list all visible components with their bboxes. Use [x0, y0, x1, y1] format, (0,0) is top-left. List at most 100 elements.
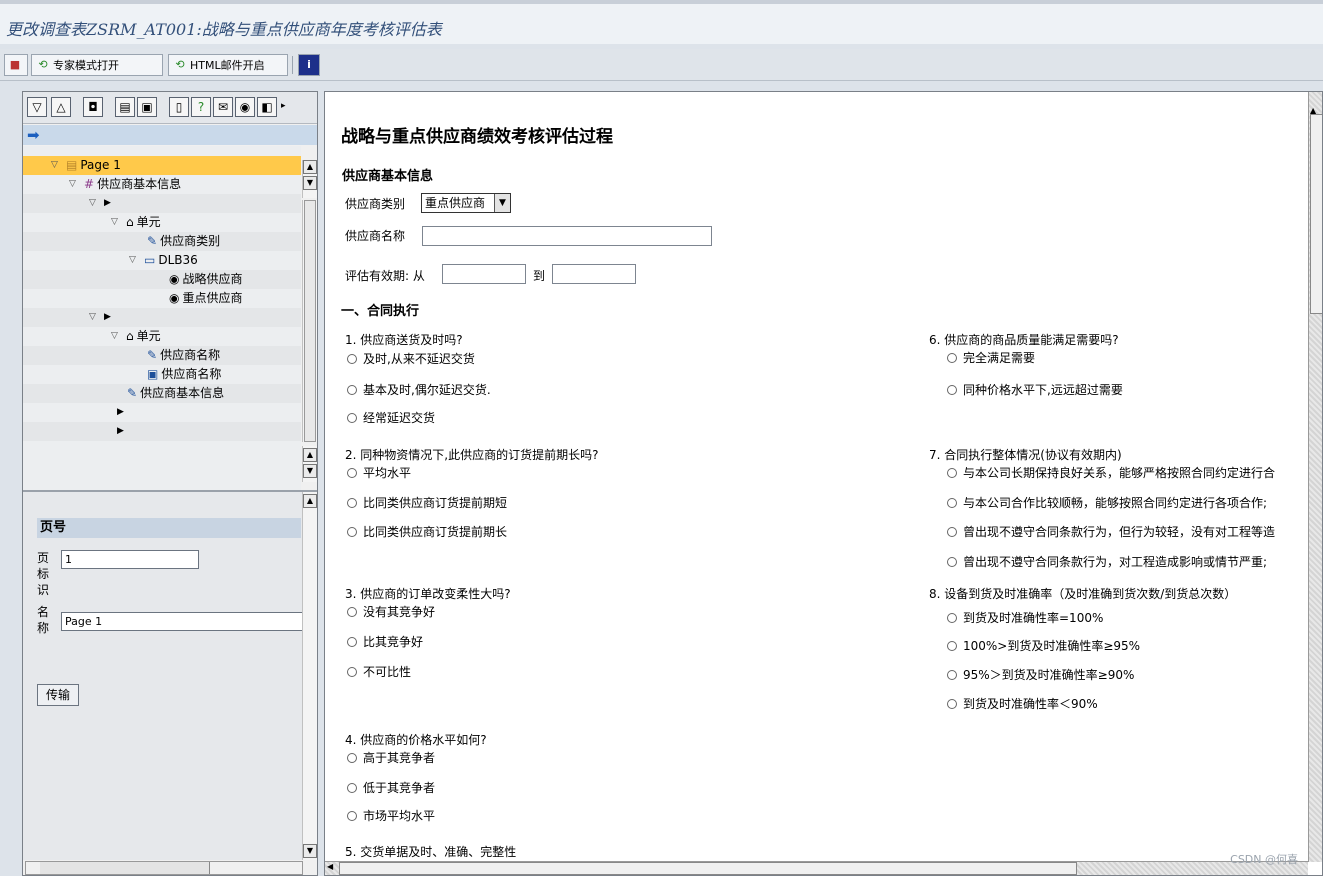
option[interactable]: 没有其竞争好 [347, 604, 435, 620]
tree-scrollbar-bottom[interactable]: ▲ ▼ [302, 446, 317, 482]
option[interactable]: 经常延迟交货 [347, 410, 435, 426]
radio-icon[interactable] [347, 667, 357, 677]
properties-hscrollbar[interactable] [25, 861, 303, 875]
scroll-thumb[interactable] [304, 200, 316, 442]
properties-scrollbar[interactable]: ▲ ▼ [302, 492, 317, 860]
option[interactable]: 到货及时准确性率=100% [947, 610, 1103, 626]
scroll-down-icon[interactable]: ▼ [303, 464, 317, 478]
radio-icon[interactable] [347, 811, 357, 821]
radio-icon[interactable] [347, 637, 357, 647]
form-horizontal-scrollbar[interactable]: ◀ [325, 861, 1308, 875]
radio-icon[interactable] [347, 607, 357, 617]
option[interactable]: 100%>到货及时准确性率≥95% [947, 638, 1140, 654]
tree-node[interactable]: ▶ [23, 403, 301, 422]
answer-button[interactable]: ✉ [213, 97, 233, 117]
radio-icon[interactable] [947, 557, 957, 567]
radio-icon[interactable] [347, 413, 357, 423]
name-input[interactable] [61, 612, 317, 631]
option[interactable]: 比同类供应商订货提前期长 [347, 524, 507, 540]
radio-icon[interactable] [947, 385, 957, 395]
option[interactable]: 到货及时准确性率＜90% [947, 696, 1098, 712]
radio-icon[interactable] [347, 354, 357, 364]
print-button[interactable]: ■ [4, 54, 28, 76]
radio-icon[interactable] [947, 613, 957, 623]
tree-node[interactable]: ▽ ▶ [23, 194, 301, 213]
scroll-thumb[interactable] [40, 862, 210, 874]
tree-node[interactable]: ✎ 供应商类别 [23, 232, 301, 251]
scroll-up-icon[interactable]: ▲ [303, 494, 317, 508]
collapse-icon[interactable]: ▽ [89, 194, 101, 213]
radio-icon[interactable] [947, 641, 957, 651]
question-button[interactable]: ? [191, 97, 211, 117]
scroll-left-icon[interactable]: ◀ [327, 862, 333, 871]
option[interactable]: 与本公司合作比较顺畅，能够按照合同约定进行各项合作; [947, 495, 1267, 511]
option[interactable]: 与本公司长期保持良好关系，能够严格按照合同约定进行合 [947, 465, 1275, 481]
scroll-thumb[interactable] [1310, 114, 1322, 314]
tree-node[interactable]: ▽ ⌂ 单元 [23, 213, 301, 232]
scroll-down-icon[interactable]: ▼ [303, 844, 317, 858]
validity-to-input[interactable] [552, 264, 636, 284]
collapse-icon[interactable]: ▽ [69, 175, 81, 194]
tree-node[interactable]: ▣ 供应商名称 [23, 365, 301, 384]
tree-node[interactable]: ▽ # 供应商基本信息 [23, 175, 301, 194]
scroll-thumb[interactable] [339, 862, 1077, 875]
tree-scrollbar-top[interactable]: ▲ ▼ [302, 160, 317, 198]
option[interactable]: 高于其竞争者 [347, 750, 435, 766]
tree-node[interactable]: ▽ ▶ [23, 308, 301, 327]
print-preview-button[interactable]: ▤ [115, 97, 135, 117]
validity-from-input[interactable] [442, 264, 526, 284]
scroll-up-icon[interactable]: ▲ [303, 448, 317, 462]
execute-row[interactable]: ➡ [23, 125, 317, 145]
option[interactable]: 曾出现不遵守合同条款行为，但行为较轻，没有对工程等造 [947, 524, 1275, 540]
more-arrow-icon[interactable]: ▸ [281, 101, 286, 111]
option[interactable]: 平均水平 [347, 465, 411, 481]
radio-icon[interactable] [947, 353, 957, 363]
scroll-down-icon[interactable]: ▼ [303, 176, 317, 190]
tree-node[interactable]: ◉ 战略供应商 [23, 270, 301, 289]
radio-icon[interactable] [947, 527, 957, 537]
details-button[interactable]: ▣ [137, 97, 157, 117]
tree-scrollbar[interactable] [302, 200, 317, 442]
radio-icon[interactable] [347, 527, 357, 537]
collapse-icon[interactable]: ▽ [129, 251, 141, 270]
new-page-button[interactable]: ▯ [169, 97, 189, 117]
radio-icon[interactable] [347, 753, 357, 763]
expert-mode-button[interactable]: ⟲ 专家模式打开 [31, 54, 163, 76]
tree-node[interactable]: ◉ 重点供应商 [23, 289, 301, 308]
info-button[interactable]: i [298, 54, 320, 76]
radio-icon[interactable] [347, 498, 357, 508]
collapse-all-button[interactable]: △ [51, 97, 71, 117]
form-vertical-scrollbar[interactable]: ▲ [1308, 92, 1322, 862]
radio-icon[interactable] [947, 699, 957, 709]
layout-button[interactable]: ◧ [257, 97, 277, 117]
collapse-icon[interactable]: ▽ [89, 308, 101, 327]
supplier-name-input[interactable] [422, 226, 712, 246]
radio-icon[interactable] [947, 468, 957, 478]
radio-icon[interactable] [947, 670, 957, 680]
tree-node[interactable]: ✎ 供应商基本信息 [23, 384, 301, 403]
collapse-icon[interactable]: ▽ [111, 327, 123, 346]
tree-node[interactable]: ✎ 供应商名称 [23, 346, 301, 365]
option[interactable]: 及时,从来不延迟交货 [347, 351, 475, 367]
page-id-input[interactable] [61, 550, 199, 569]
transfer-button[interactable]: 传输 [37, 684, 79, 706]
option[interactable]: 市场平均水平 [347, 808, 435, 824]
scroll-up-icon[interactable]: ▲ [1310, 106, 1322, 115]
html-mail-button[interactable]: ⟲ HTML邮件开启 [168, 54, 288, 76]
find-button[interactable]: ◘ [83, 97, 103, 117]
option[interactable]: 95%＞到货及时准确性率≥90% [947, 667, 1134, 683]
scroll-up-icon[interactable]: ▲ [303, 160, 317, 174]
radio-icon[interactable] [947, 498, 957, 508]
chevron-down-icon[interactable]: ▼ [494, 194, 510, 212]
option[interactable]: 基本及时,偶尔延迟交货. [347, 382, 491, 398]
option[interactable]: 完全满足需要 [947, 350, 1035, 366]
tree-node[interactable]: ▶ [23, 422, 301, 441]
collapse-icon[interactable]: ▽ [51, 156, 63, 175]
option[interactable]: 不可比性 [347, 664, 411, 680]
expand-all-button[interactable]: ▽ [27, 97, 47, 117]
radio-icon[interactable] [347, 468, 357, 478]
radio-button-tool[interactable]: ◉ [235, 97, 255, 117]
option[interactable]: 比同类供应商订货提前期短 [347, 495, 507, 511]
collapse-icon[interactable]: ▽ [111, 213, 123, 232]
option[interactable]: 曾出现不遵守合同条款行为，对工程造成影响或情节严重; [947, 554, 1267, 570]
